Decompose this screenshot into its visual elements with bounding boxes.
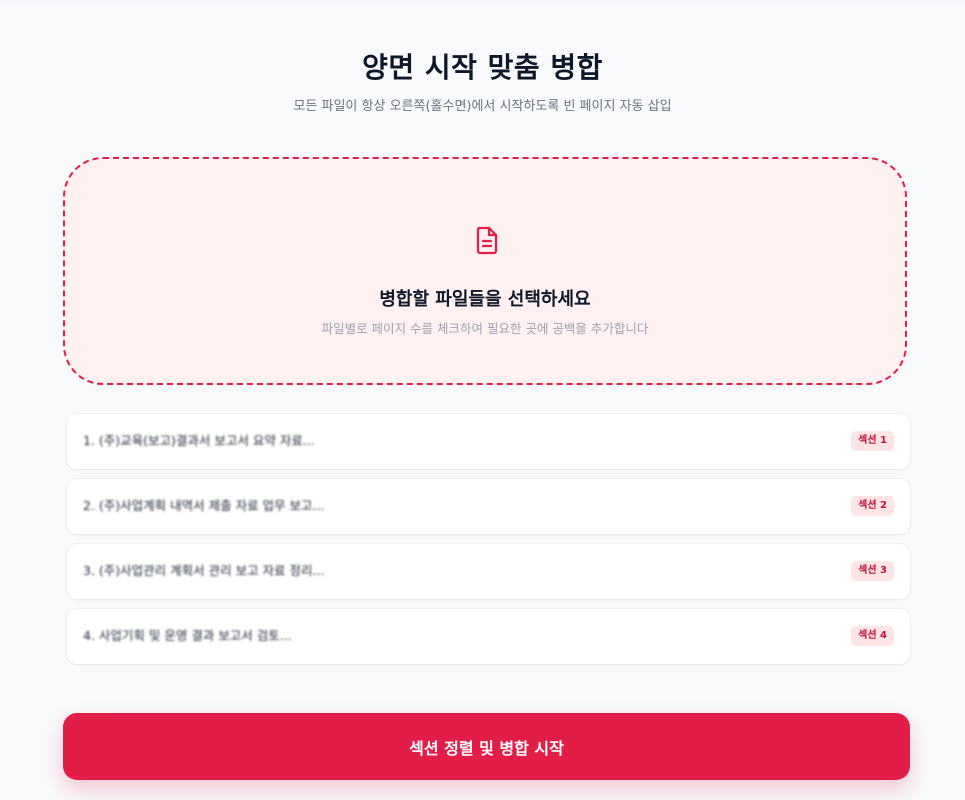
section-badge: 섹션 2 (851, 496, 894, 516)
file-name: 2. (주)사업계획 내역서 제출 자료 업무 보고... (83, 498, 325, 513)
section-badge: 섹션 1 (851, 431, 894, 451)
file-list: 1. (주)교육(보고)결과서 보고서 요약 자료... 섹션 1 2. (주)… (67, 414, 910, 674)
file-item[interactable]: 4. 사업기획 및 운영 결과 보고서 검토... 섹션 4 (67, 609, 910, 664)
file-text-icon (476, 226, 498, 255)
section-badge: 섹션 4 (851, 626, 894, 646)
file-item[interactable]: 3. (주)사업관리 계획서 관리 보고 자료 정리... 섹션 3 (67, 544, 910, 599)
file-name: 1. (주)교육(보고)결과서 보고서 요약 자료... (83, 433, 315, 448)
file-name: 3. (주)사업관리 계획서 관리 보고 자료 정리... (83, 563, 325, 578)
dropzone-subtitle: 파일별로 페이지 수를 체크하여 필요한 곳에 공백을 추가합니다 (321, 321, 649, 336)
top-edge (0, 0, 965, 4)
section-badge: 섹션 3 (851, 561, 894, 581)
dropzone-title: 병합할 파일들을 선택하세요 (379, 289, 591, 310)
page-title: 양면 시작 맞춤 병합 (362, 51, 603, 84)
file-name: 4. 사업기획 및 운영 결과 보고서 검토... (83, 628, 292, 643)
file-item[interactable]: 2. (주)사업계획 내역서 제출 자료 업무 보고... 섹션 2 (67, 479, 910, 534)
page-subtitle: 모든 파일이 항상 오른쪽(홀수면)에서 시작하도록 빈 페이지 자동 삽입 (293, 99, 672, 114)
page-header: 양면 시작 맞춤 병합 모든 파일이 항상 오른쪽(홀수면)에서 시작하도록 빈… (0, 46, 965, 116)
start-merge-button[interactable]: 섹션 정렬 및 병합 시작 (63, 713, 910, 780)
file-dropzone[interactable]: 병합할 파일들을 선택하세요 파일별로 페이지 수를 체크하여 필요한 곳에 공… (63, 157, 907, 385)
file-item[interactable]: 1. (주)교육(보고)결과서 보고서 요약 자료... 섹션 1 (67, 414, 910, 469)
